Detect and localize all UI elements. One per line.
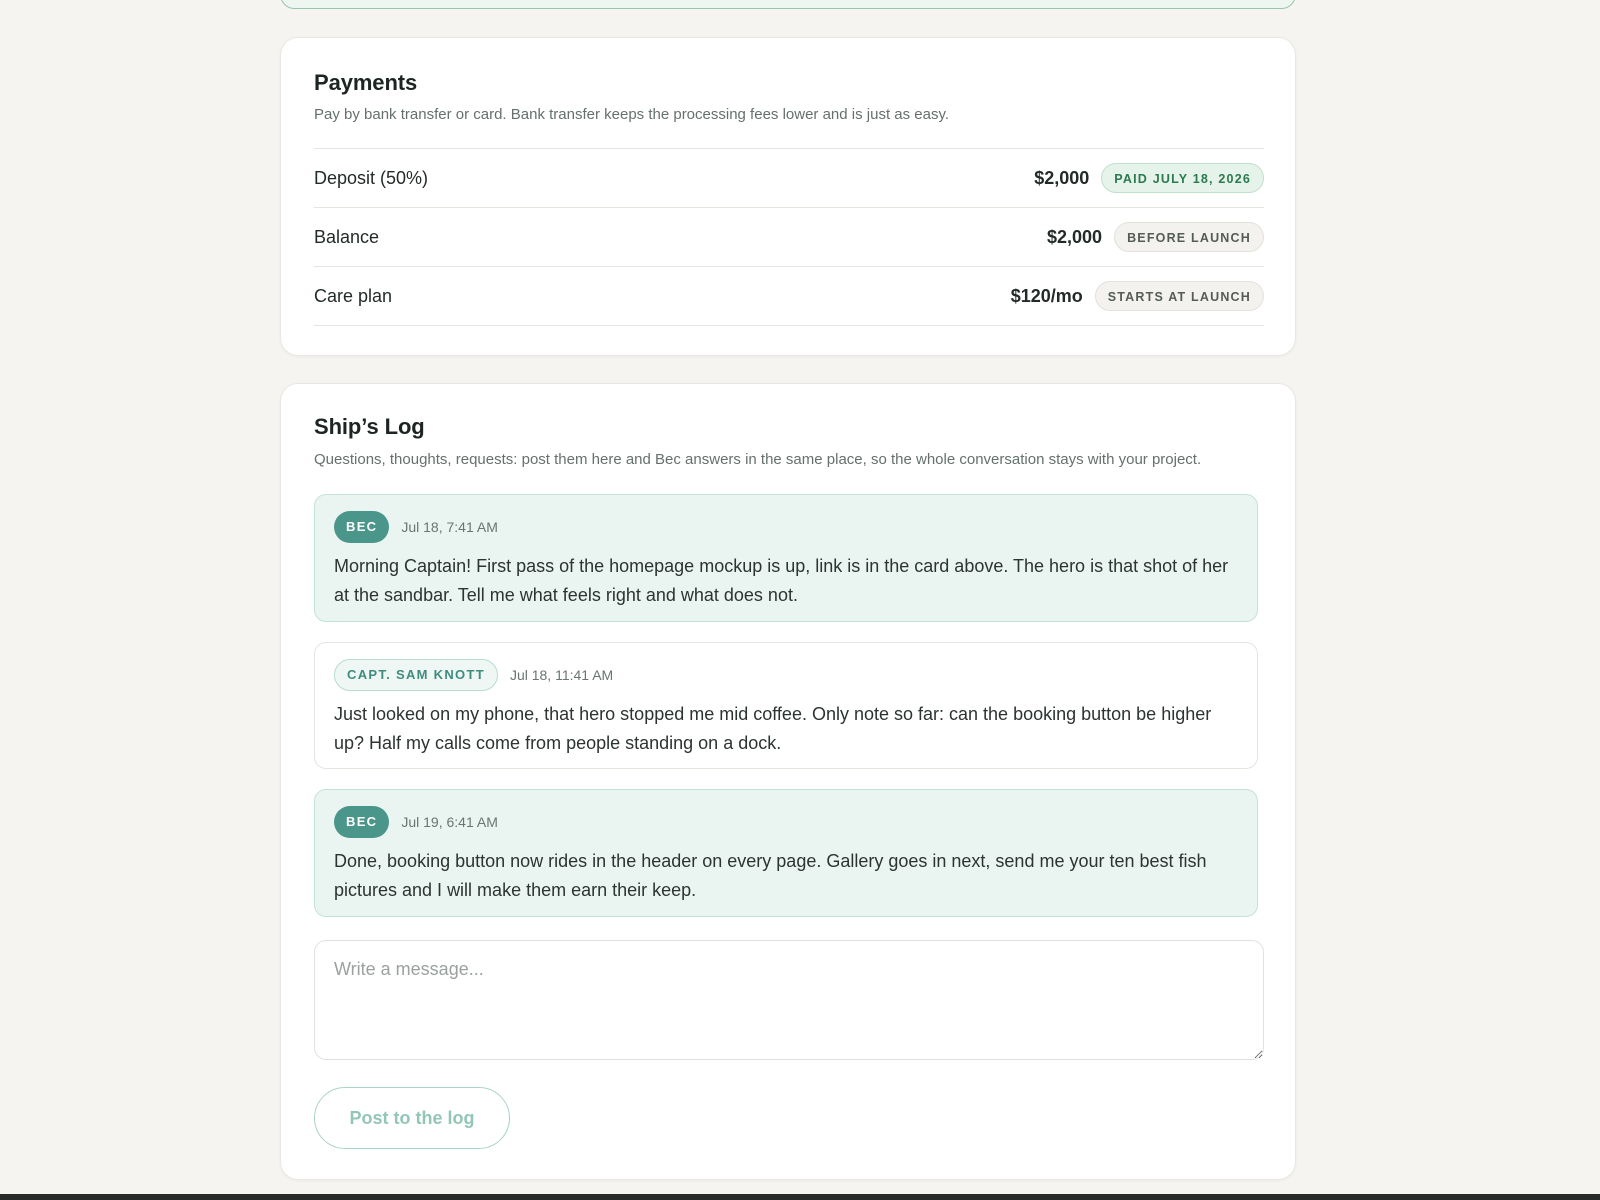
payment-right: $120/mo STARTS AT LAUNCH [1011, 281, 1264, 311]
message-header: BEC Jul 19, 6:41 AM [334, 805, 1238, 838]
payment-status-badge: STARTS AT LAUNCH [1094, 281, 1264, 311]
ships-log-title: Ship’s Log [314, 414, 425, 439]
previous-card-edge [280, 0, 1296, 9]
payments-card: Payments Pay by bank transfer or card. B… [280, 37, 1296, 356]
message-body: Just looked on my phone, that hero stopp… [334, 704, 1212, 753]
payment-amount: $120/mo [1010, 285, 1083, 306]
log-message: CAPT. SAM KNOTT Jul 18, 11:41 AM Just lo… [314, 642, 1258, 769]
payments-title: Payments [314, 70, 418, 95]
message-body: Morning Captain! First pass of the homep… [334, 556, 1229, 605]
message-timestamp: Jul 19, 6:41 AM [401, 813, 498, 830]
payment-amount: $2,000 [1047, 226, 1103, 247]
page-bottom-bar [0, 1194, 1600, 1200]
payment-status-badge: PAID JULY 18, 2026 [1101, 163, 1264, 193]
payment-row-deposit: Deposit (50%) $2,000 PAID JULY 18, 2026 [314, 149, 1264, 208]
payment-row-care-plan: Care plan $120/mo STARTS AT LAUNCH [314, 267, 1264, 326]
message-body: Done, booking button now rides in the he… [334, 851, 1207, 900]
payments-subtitle: Pay by bank transfer or card. Bank trans… [314, 106, 950, 123]
payment-label: Care plan [314, 285, 393, 306]
log-message: BEC Jul 19, 6:41 AM Done, booking button… [314, 789, 1258, 917]
payment-amount: $2,000 [1034, 167, 1090, 188]
author-badge: BEC [334, 805, 390, 838]
log-message: BEC Jul 18, 7:41 AM Morning Captain! Fir… [314, 494, 1258, 622]
ships-log-subtitle: Questions, thoughts, requests: post them… [314, 451, 1202, 468]
message-header: BEC Jul 18, 7:41 AM [334, 510, 1238, 543]
payments-list: Deposit (50%) $2,000 PAID JULY 18, 2026 … [314, 148, 1264, 326]
payment-right: $2,000 PAID JULY 18, 2026 [1034, 163, 1264, 193]
author-badge: CAPT. SAM KNOTT [334, 658, 498, 691]
message-timestamp: Jul 18, 11:41 AM [509, 666, 614, 683]
payment-label: Deposit (50%) [314, 167, 429, 188]
message-header: CAPT. SAM KNOTT Jul 18, 11:41 AM [334, 658, 1238, 691]
message-input[interactable] [314, 940, 1264, 1060]
ships-log-card: Ship’s Log Questions, thoughts, requests… [280, 383, 1296, 1180]
payment-status-badge: BEFORE LAUNCH [1114, 222, 1264, 252]
author-badge: BEC [334, 510, 390, 543]
message-timestamp: Jul 18, 7:41 AM [401, 518, 498, 535]
payment-right: $2,000 BEFORE LAUNCH [1047, 222, 1264, 252]
payment-row-balance: Balance $2,000 BEFORE LAUNCH [314, 208, 1264, 267]
payment-label: Balance [314, 226, 380, 247]
post-to-log-button[interactable]: Post to the log [314, 1087, 510, 1149]
